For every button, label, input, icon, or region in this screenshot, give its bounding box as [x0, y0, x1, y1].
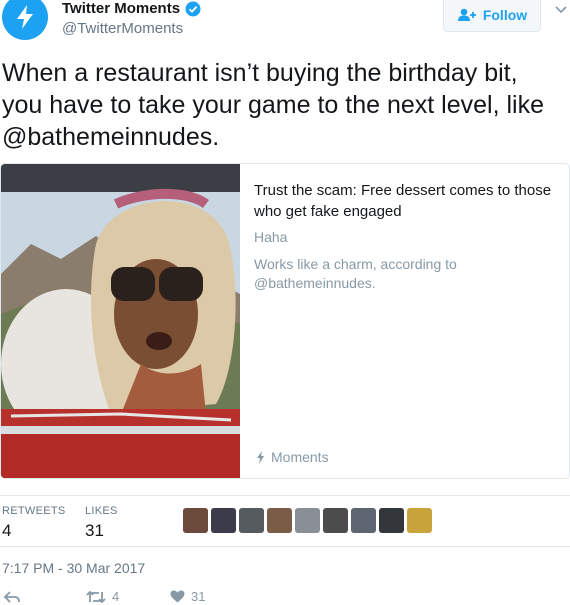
retweets-stat[interactable]: RETWEETS 4	[2, 505, 66, 541]
liker-avatar[interactable]	[379, 508, 404, 533]
add-person-icon	[457, 8, 476, 21]
card-description: Works like a charm, according to @bathem…	[254, 256, 457, 291]
liker-avatar[interactable]	[351, 508, 376, 533]
action-bar: 4 31	[4, 589, 205, 604]
liker-avatar[interactable]	[407, 508, 432, 533]
tweet-text: When a restaurant isn’t buying the birth…	[2, 59, 544, 151]
stats-bottom-divider	[0, 546, 570, 547]
retweet-count: 4	[112, 589, 120, 604]
stats-top-divider	[0, 495, 570, 496]
tweet-timestamp[interactable]: 7:17 PM - 30 Mar 2017	[2, 560, 145, 576]
liker-avatar[interactable]	[323, 508, 348, 533]
user-handle[interactable]: @TwitterMoments	[62, 20, 183, 37]
follow-button[interactable]: Follow	[443, 0, 541, 32]
twitter-moments-avatar[interactable]	[2, 0, 48, 40]
follow-label: Follow	[482, 7, 528, 23]
reply-button[interactable]	[4, 590, 86, 603]
liker-avatar[interactable]	[239, 508, 264, 533]
liker-avatars	[183, 508, 432, 533]
likes-label: LIKES	[85, 505, 118, 517]
like-button[interactable]: 31	[170, 589, 205, 604]
chevron-down-icon[interactable]	[555, 6, 567, 14]
lightning-bolt-icon	[17, 5, 33, 29]
like-count: 31	[191, 589, 206, 604]
moment-card[interactable]: Trust the scam: Free dessert comes to th…	[0, 163, 570, 479]
card-title[interactable]: Trust the scam: Free dessert comes to th…	[254, 180, 554, 222]
card-footer[interactable]: Moments	[256, 449, 329, 465]
liker-avatar[interactable]	[211, 508, 236, 533]
retweets-value: 4	[2, 521, 12, 540]
liker-avatar[interactable]	[267, 508, 292, 533]
reply-icon	[4, 590, 20, 603]
retweet-icon	[86, 590, 106, 603]
heart-icon	[170, 590, 185, 603]
lightning-bolt-icon	[257, 450, 264, 464]
card-subtitle: Haha	[254, 229, 288, 245]
card-footer-label: Moments	[271, 449, 329, 465]
likes-stat[interactable]: LIKES 31	[85, 505, 118, 541]
verified-badge-icon	[185, 1, 201, 16]
liker-avatar[interactable]	[183, 508, 208, 533]
liker-avatar[interactable]	[295, 508, 320, 533]
likes-value: 31	[85, 521, 104, 540]
display-name[interactable]: Twitter Moments	[62, 0, 180, 17]
retweets-label: RETWEETS	[2, 505, 66, 517]
retweet-button[interactable]: 4	[86, 589, 170, 604]
card-photo	[1, 164, 240, 478]
